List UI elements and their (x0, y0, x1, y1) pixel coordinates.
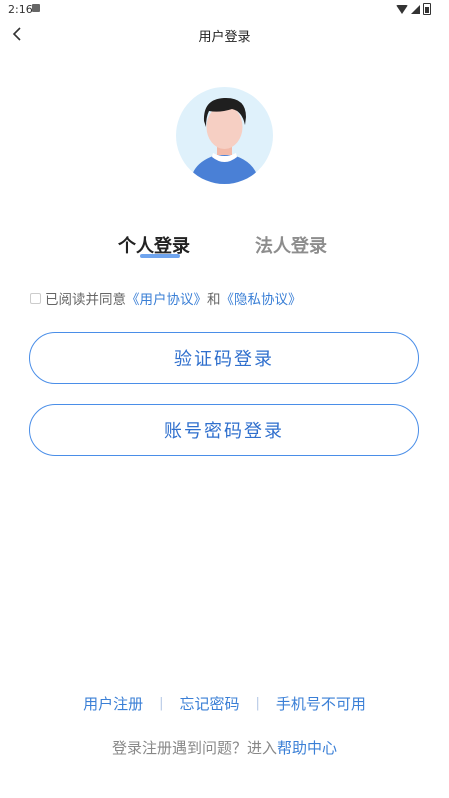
agreement-and: 和 (207, 292, 221, 308)
login-type-tabs: 个人登录 法人登录 (0, 232, 449, 262)
tab-legal-login[interactable]: 法人登录 (255, 232, 327, 258)
help-row: 登录注册遇到问题？进入帮助中心 (0, 737, 449, 758)
status-icons (396, 3, 431, 15)
avatar (176, 87, 273, 184)
sms-code-login-button[interactable]: 验证码登录 (29, 332, 419, 384)
password-login-button[interactable]: 账号密码登录 (29, 404, 419, 456)
separator: | (255, 696, 260, 711)
register-link[interactable]: 用户注册 (83, 693, 143, 714)
bottom-links: 用户注册 | 忘记密码 | 手机号不可用 (0, 693, 449, 714)
separator: | (159, 696, 164, 711)
privacy-policy-link[interactable]: 《隐私协议》 (221, 288, 302, 308)
active-tab-indicator (140, 254, 180, 258)
forgot-password-link[interactable]: 忘记密码 (179, 693, 239, 714)
help-text: 登录注册遇到问题？进入 (111, 739, 277, 757)
nav-bar: 用户登录 (0, 20, 449, 48)
help-center-link[interactable]: 帮助中心 (277, 739, 337, 757)
notification-icon (32, 4, 40, 12)
agreement-prefix: 已阅读并同意 (45, 292, 126, 308)
status-bar: 2:16 (0, 0, 449, 20)
phone-unavailable-link[interactable]: 手机号不可用 (276, 693, 366, 714)
agreement-checkbox[interactable] (30, 292, 41, 304)
user-agreement-link[interactable]: 《用户协议》 (126, 288, 207, 308)
agreement-row: 已阅读并同意 《用户协议》 和 《隐私协议》 (30, 288, 302, 308)
battery-icon (423, 3, 431, 15)
signal-icon (411, 4, 420, 14)
wifi-icon (396, 4, 408, 14)
status-time: 2:16 (8, 3, 33, 16)
page-title: 用户登录 (198, 30, 251, 45)
